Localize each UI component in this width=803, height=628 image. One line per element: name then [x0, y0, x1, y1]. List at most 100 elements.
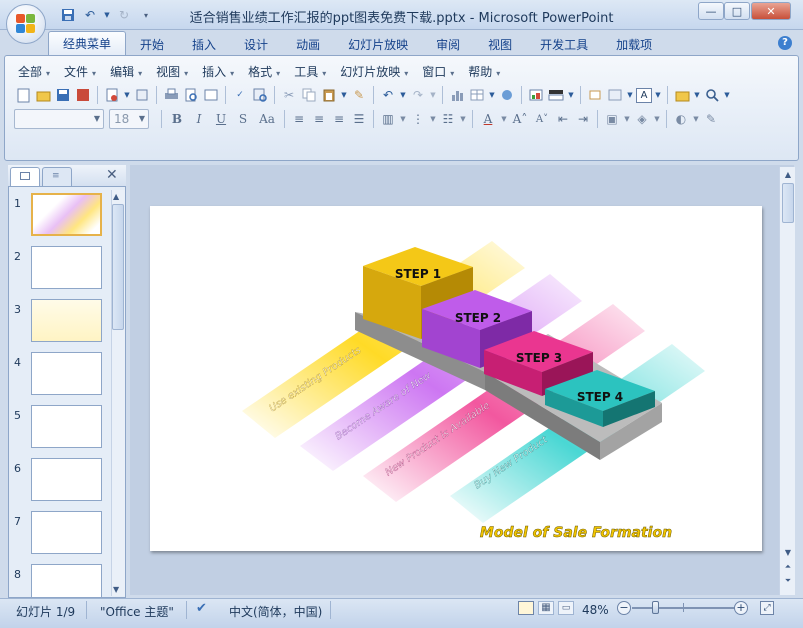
shape-outline-icon[interactable]: ✎	[702, 110, 720, 128]
font-name-box[interactable]: ▼	[14, 109, 104, 129]
redo-icon[interactable]: ↷	[409, 86, 427, 104]
slide-sorter-icon[interactable]: ▦	[538, 601, 554, 615]
print-icon[interactable]	[162, 86, 180, 104]
hyperlink-icon[interactable]	[498, 86, 516, 104]
new-document-icon[interactable]	[14, 86, 32, 104]
chevron-down-icon[interactable]: ▼	[459, 110, 467, 128]
save-icon[interactable]	[54, 86, 72, 104]
outline-tab[interactable]: ≡	[42, 167, 72, 186]
chevron-down-icon[interactable]: ▼	[692, 110, 700, 128]
menu-window[interactable]: 窗口 ▾	[418, 63, 464, 81]
chevron-down-icon[interactable]: ▼	[340, 86, 348, 104]
tab-add-ins[interactable]: 加载项	[602, 34, 666, 56]
print-layout-icon[interactable]	[202, 86, 220, 104]
scroll-up-icon[interactable]: ▲	[113, 192, 119, 201]
minimize-button[interactable]: —	[698, 2, 724, 20]
justify-icon[interactable]: ☰	[350, 110, 368, 128]
slide-thumbnail[interactable]	[31, 352, 102, 395]
layout-icon[interactable]	[606, 86, 624, 104]
slide-scrollbar[interactable]: ▲ ▼ ⏶ ⏷	[779, 167, 795, 595]
open-folder-icon[interactable]	[34, 86, 52, 104]
scroll-down-icon[interactable]: ▼	[113, 585, 119, 594]
zoom-out-icon[interactable]: −	[617, 601, 631, 615]
new-slide-icon[interactable]	[586, 86, 604, 104]
maximize-button[interactable]: □	[724, 2, 750, 20]
decrease-indent-icon[interactable]: ⇤	[554, 110, 572, 128]
panel-close-icon[interactable]: ✕	[106, 167, 118, 183]
slide-canvas[interactable]: Use existing Products Become Aware of Ne…	[150, 206, 762, 551]
spell-check-icon[interactable]: ✔	[196, 601, 207, 616]
chevron-down-icon[interactable]: ▼	[723, 86, 731, 104]
theme-name[interactable]: "Office 主题"	[100, 603, 174, 620]
zoom-slider[interactable]	[632, 607, 736, 609]
chevron-down-icon[interactable]: ▼	[123, 86, 131, 104]
tab-slide-show[interactable]: 幻灯片放映	[334, 34, 422, 56]
change-case-icon[interactable]: Aa	[255, 112, 279, 126]
tab-design[interactable]: 设计	[230, 34, 282, 56]
increase-indent-icon[interactable]: ⇥	[574, 110, 592, 128]
align-center-icon[interactable]: ≡	[310, 110, 328, 128]
font-color-icon[interactable]: A	[478, 112, 498, 126]
office-button[interactable]	[6, 4, 46, 44]
insert-chart-icon[interactable]	[448, 86, 466, 104]
scroll-up-icon[interactable]: ▲	[782, 169, 794, 181]
zoom-in-icon[interactable]: +	[734, 601, 748, 615]
find-icon[interactable]	[703, 86, 721, 104]
chevron-down-icon[interactable]: ▼	[488, 86, 496, 104]
slide-thumbnail[interactable]	[31, 458, 102, 501]
slide-thumbnail[interactable]	[31, 246, 102, 289]
underline-icon[interactable]: U	[211, 112, 231, 126]
zoom-slider-knob[interactable]	[652, 601, 659, 614]
slide-thumbnail[interactable]	[31, 511, 102, 554]
slide-thumbnail[interactable]	[31, 299, 102, 342]
menu-view[interactable]: 视图 ▾	[152, 63, 198, 81]
arrange-icon[interactable]: ▣	[603, 110, 621, 128]
fit-to-window-icon[interactable]: ⤢	[760, 601, 774, 615]
italic-icon[interactable]: I	[189, 112, 209, 126]
export-icon[interactable]	[103, 86, 121, 104]
menu-help[interactable]: 帮助 ▾	[464, 63, 510, 81]
thumbnail-scroll-thumb[interactable]	[112, 204, 124, 330]
text-box-icon[interactable]: A	[636, 87, 652, 103]
slide-thumbnail[interactable]	[31, 564, 102, 598]
tab-view[interactable]: 视图	[474, 34, 526, 56]
menu-file[interactable]: 文件 ▾	[60, 63, 106, 81]
format-painter-icon[interactable]: ✎	[350, 86, 368, 104]
align-left-icon[interactable]: ≡	[290, 110, 308, 128]
strikethrough-icon[interactable]: S	[233, 112, 253, 126]
previous-slide-icon[interactable]: ⏶	[782, 561, 794, 573]
menu-insert[interactable]: 插入 ▾	[198, 63, 244, 81]
chevron-down-icon[interactable]: ▼	[429, 110, 437, 128]
menu-all[interactable]: 全部 ▾	[14, 63, 60, 81]
shape-fill-icon[interactable]: ◐	[672, 110, 690, 128]
tab-animations[interactable]: 动画	[282, 34, 334, 56]
normal-view-icon[interactable]	[518, 601, 534, 615]
numbering-icon[interactable]: ⋮	[409, 110, 427, 128]
tab-developer[interactable]: 开发工具	[526, 34, 602, 56]
chevron-down-icon[interactable]: ▼	[626, 86, 634, 104]
copy-icon[interactable]	[300, 86, 318, 104]
theme-colors-icon[interactable]	[547, 86, 565, 104]
research-icon[interactable]	[251, 86, 269, 104]
chevron-down-icon[interactable]: ▼	[429, 86, 437, 104]
chevron-down-icon[interactable]: ▼	[567, 86, 575, 104]
align-right-icon[interactable]: ≡	[330, 110, 348, 128]
grow-font-icon[interactable]: A˄	[510, 112, 530, 126]
close-button[interactable]: ✕	[751, 2, 791, 20]
font-size-box[interactable]: 18 ▼	[109, 109, 149, 129]
chevron-down-icon[interactable]: ▼	[399, 86, 407, 104]
tab-review[interactable]: 审阅	[422, 34, 474, 56]
chevron-down-icon[interactable]: ▼	[623, 110, 631, 128]
chevron-down-icon[interactable]: ▼	[653, 110, 661, 128]
attach-icon[interactable]	[133, 86, 151, 104]
tab-insert[interactable]: 插入	[178, 34, 230, 56]
slide-thumbnail[interactable]	[31, 405, 102, 448]
columns-icon[interactable]: ▥	[379, 110, 397, 128]
chevron-down-icon[interactable]: ▼	[500, 110, 508, 128]
menu-slide-show[interactable]: 幻灯片放映 ▾	[336, 63, 418, 81]
zoom-level[interactable]: 48%	[582, 603, 609, 617]
shrink-font-icon[interactable]: A˅	[532, 114, 552, 125]
cut-icon[interactable]: ✂	[280, 86, 298, 104]
slide-show-icon[interactable]: ▭	[558, 601, 574, 615]
slides-tab[interactable]	[10, 167, 40, 186]
